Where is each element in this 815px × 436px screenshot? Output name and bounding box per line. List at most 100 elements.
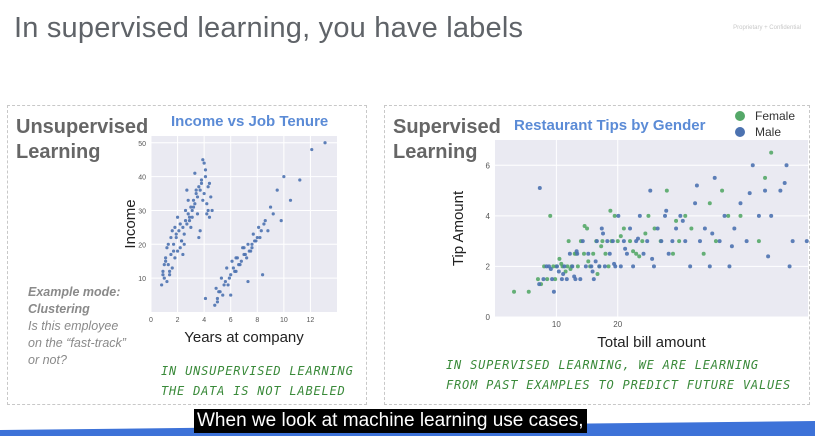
data-point	[591, 251, 596, 256]
data-point	[590, 269, 595, 274]
data-point	[262, 222, 266, 226]
y-axis-label: Income	[123, 199, 139, 248]
data-point	[205, 212, 209, 216]
y-axis-label: Tip Amount	[450, 190, 467, 266]
data-point	[567, 251, 572, 256]
data-point	[231, 266, 235, 270]
y-tick-label: 40	[138, 175, 146, 182]
data-point	[621, 226, 626, 231]
female-marker-icon	[735, 111, 745, 121]
data-point	[213, 303, 217, 307]
data-point	[562, 264, 567, 269]
data-point	[631, 249, 636, 254]
data-point	[197, 235, 201, 240]
data-point	[720, 188, 725, 193]
data-point	[214, 286, 218, 290]
data-point	[168, 269, 172, 273]
data-point	[559, 277, 564, 282]
data-point	[160, 283, 164, 287]
data-point	[702, 226, 707, 231]
data-point	[732, 226, 737, 231]
data-point	[726, 213, 731, 218]
data-point	[203, 175, 208, 179]
data-point	[195, 195, 200, 199]
data-point	[201, 198, 205, 202]
data-point	[238, 263, 242, 267]
data-point	[170, 266, 174, 270]
data-point	[171, 249, 176, 253]
data-point	[537, 282, 542, 287]
data-point	[173, 225, 177, 229]
unsupervised-note-line1: In unsupervised learning	[161, 364, 354, 378]
data-point	[655, 226, 660, 231]
data-point	[717, 239, 722, 244]
data-point	[616, 213, 621, 218]
data-point	[223, 279, 227, 284]
data-point	[178, 222, 182, 226]
x-tick-label: 6	[229, 317, 233, 324]
data-point	[186, 198, 190, 202]
data-point	[258, 235, 262, 240]
data-point	[648, 188, 653, 193]
data-point	[259, 229, 263, 233]
data-point	[637, 254, 642, 259]
data-point	[193, 202, 197, 206]
data-point	[210, 208, 214, 213]
data-point	[191, 198, 196, 202]
data-point	[618, 264, 623, 269]
data-point	[727, 264, 732, 269]
data-point	[181, 252, 185, 257]
data-point	[548, 213, 553, 218]
unsupervised-note: In unsupervised learning the data is not…	[161, 361, 354, 401]
data-point	[663, 213, 668, 218]
data-point	[608, 208, 613, 213]
data-point	[747, 191, 752, 196]
data-point	[205, 202, 209, 206]
data-point	[597, 264, 602, 269]
y-tick-label: 0	[486, 313, 491, 322]
x-axis-label: Years at company	[184, 329, 304, 346]
data-point	[578, 277, 583, 282]
data-point	[179, 239, 184, 243]
example-mode-value: Clustering	[28, 302, 90, 316]
data-point	[606, 264, 611, 269]
data-point	[195, 212, 200, 216]
data-point	[185, 222, 189, 226]
data-point	[178, 246, 182, 250]
data-point	[564, 277, 569, 282]
data-point	[246, 279, 250, 284]
data-point	[288, 198, 293, 202]
y-tick-label: 30	[138, 208, 146, 215]
data-point	[610, 239, 615, 244]
data-point	[707, 264, 712, 269]
data-point	[189, 225, 193, 229]
data-point	[550, 277, 555, 282]
data-point	[763, 188, 768, 193]
data-point	[194, 191, 198, 196]
unsupervised-panel: Unsupervised Learning Income vs Job Tenu…	[7, 105, 367, 405]
data-point	[249, 249, 253, 253]
x-tick-label: 12	[307, 317, 315, 324]
data-point	[234, 256, 238, 260]
data-point	[233, 269, 237, 273]
data-point	[175, 215, 180, 219]
data-point	[207, 181, 212, 185]
data-point	[570, 264, 575, 269]
data-point	[697, 239, 702, 244]
data-point	[586, 259, 591, 264]
supervised-note-line2: from past examples to predict future val…	[446, 378, 792, 392]
data-point	[601, 231, 606, 236]
data-point	[599, 226, 604, 231]
data-point	[164, 259, 168, 263]
data-point	[586, 251, 591, 256]
data-point	[181, 225, 185, 229]
unsupervised-note-line2: the data is not labeled	[161, 384, 346, 398]
data-point	[580, 239, 585, 244]
slide-title: In supervised learning, you have labels	[14, 12, 524, 44]
data-point	[512, 289, 517, 294]
data-point	[198, 229, 202, 233]
data-point	[201, 158, 205, 162]
data-point	[744, 239, 749, 244]
data-point	[694, 183, 699, 188]
data-point	[628, 226, 633, 231]
